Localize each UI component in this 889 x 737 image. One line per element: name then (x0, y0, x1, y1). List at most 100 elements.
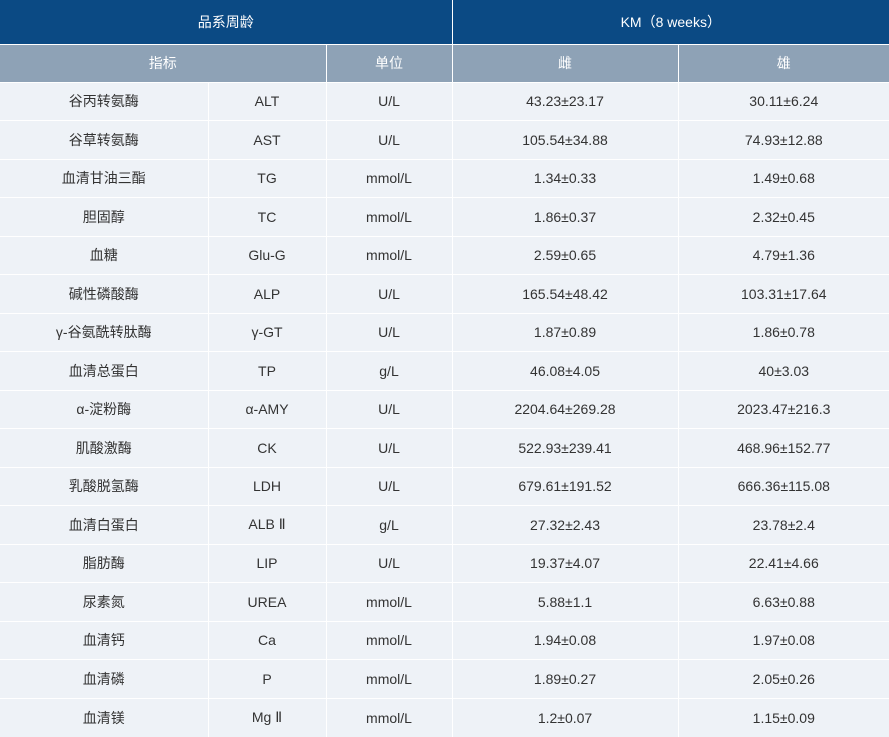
unit-cell: mmol/L (325, 197, 453, 237)
female-value-cell: 1.86±0.37 (451, 197, 679, 237)
female-value-cell: 1.34±0.33 (451, 158, 679, 198)
unit-cell: U/L (325, 81, 453, 121)
indicator-column-header: 指标 (0, 43, 327, 83)
female-value-cell: 679.61±191.52 (451, 466, 679, 506)
male-value-cell: 1.97±0.08 (677, 620, 889, 660)
table-row: 血清钙 Ca mmol/L 1.94±0.08 1.97±0.08 (0, 620, 889, 660)
male-value-cell: 30.11±6.24 (677, 81, 889, 121)
indicator-abbr-cell: UREA (207, 582, 327, 622)
indicator-name-cell: 肌酸激酶 (0, 428, 209, 468)
female-value-cell: 2.59±0.65 (451, 235, 679, 275)
indicator-abbr-cell: LIP (207, 543, 327, 583)
male-value-cell: 2.05±0.26 (677, 659, 889, 699)
table-row: γ-谷氨酰转肽酶 γ-GT U/L 1.87±0.89 1.86±0.78 (0, 312, 889, 352)
indicator-name-cell: 碱性磷酸酶 (0, 274, 209, 314)
indicator-abbr-cell: TG (207, 158, 327, 198)
unit-cell: U/L (325, 120, 453, 160)
indicator-abbr-cell: AST (207, 120, 327, 160)
unit-cell: U/L (325, 312, 453, 352)
indicator-abbr-cell: ALB Ⅱ (207, 505, 327, 545)
male-value-cell: 6.63±0.88 (677, 582, 889, 622)
female-value-cell: 1.2±0.07 (451, 697, 679, 737)
female-value-cell: 1.87±0.89 (451, 312, 679, 352)
indicator-name-cell: 血糖 (0, 235, 209, 275)
male-value-cell: 2.32±0.45 (677, 197, 889, 237)
table-row: 血清总蛋白 TP g/L 46.08±4.05 40±3.03 (0, 351, 889, 391)
indicator-abbr-cell: γ-GT (207, 312, 327, 352)
table-row: 尿素氮 UREA mmol/L 5.88±1.1 6.63±0.88 (0, 582, 889, 622)
table-row: α-淀粉酶 α-AMY U/L 2204.64±269.28 2023.47±2… (0, 389, 889, 429)
unit-cell: U/L (325, 428, 453, 468)
male-value-cell: 468.96±152.77 (677, 428, 889, 468)
indicator-name-cell: 谷丙转氨酶 (0, 81, 209, 121)
unit-cell: mmol/L (325, 582, 453, 622)
female-value-cell: 522.93±239.41 (451, 428, 679, 468)
table-row: 血清镁 Mg Ⅱ mmol/L 1.2±0.07 1.15±0.09 (0, 697, 889, 737)
female-value-cell: 1.94±0.08 (451, 620, 679, 660)
indicator-name-cell: 血清白蛋白 (0, 505, 209, 545)
male-value-cell: 1.15±0.09 (677, 697, 889, 737)
indicator-abbr-cell: Ca (207, 620, 327, 660)
indicator-abbr-cell: α-AMY (207, 389, 327, 429)
indicator-name-cell: 血清镁 (0, 697, 209, 737)
strain-header: KM（8 weeks） (451, 0, 889, 45)
female-value-cell: 165.54±48.42 (451, 274, 679, 314)
female-value-cell: 1.89±0.27 (451, 659, 679, 699)
table-subheader-row: 指标 单位 雌 雄 (0, 43, 889, 83)
unit-cell: mmol/L (325, 697, 453, 737)
unit-cell: U/L (325, 389, 453, 429)
male-value-cell: 1.86±0.78 (677, 312, 889, 352)
table-row: 脂肪酶 LIP U/L 19.37±4.07 22.41±4.66 (0, 543, 889, 583)
unit-cell: mmol/L (325, 235, 453, 275)
unit-cell: mmol/L (325, 158, 453, 198)
table-row: 谷草转氨酶 AST U/L 105.54±34.88 74.93±12.88 (0, 120, 889, 160)
unit-cell: mmol/L (325, 659, 453, 699)
table-row: 血清甘油三酯 TG mmol/L 1.34±0.33 1.49±0.68 (0, 158, 889, 198)
unit-column-header: 单位 (325, 43, 453, 83)
indicator-name-cell: 血清钙 (0, 620, 209, 660)
female-value-cell: 105.54±34.88 (451, 120, 679, 160)
indicator-name-cell: 乳酸脱氢酶 (0, 466, 209, 506)
unit-cell: U/L (325, 274, 453, 314)
table-row: 血糖 Glu-G mmol/L 2.59±0.65 4.79±1.36 (0, 235, 889, 275)
female-value-cell: 5.88±1.1 (451, 582, 679, 622)
male-value-cell: 666.36±115.08 (677, 466, 889, 506)
unit-cell: U/L (325, 543, 453, 583)
indicator-abbr-cell: ALT (207, 81, 327, 121)
indicator-name-cell: 血清甘油三酯 (0, 158, 209, 198)
indicator-abbr-cell: Glu-G (207, 235, 327, 275)
female-value-cell: 27.32±2.43 (451, 505, 679, 545)
male-value-cell: 1.49±0.68 (677, 158, 889, 198)
indicator-name-cell: γ-谷氨酰转肽酶 (0, 312, 209, 352)
table-row: 乳酸脱氢酶 LDH U/L 679.61±191.52 666.36±115.0… (0, 466, 889, 506)
table-row: 肌酸激酶 CK U/L 522.93±239.41 468.96±152.77 (0, 428, 889, 468)
male-value-cell: 40±3.03 (677, 351, 889, 391)
female-value-cell: 43.23±23.17 (451, 81, 679, 121)
table-row: 谷丙转氨酶 ALT U/L 43.23±23.17 30.11±6.24 (0, 81, 889, 121)
table-row: 胆固醇 TC mmol/L 1.86±0.37 2.32±0.45 (0, 197, 889, 237)
unit-cell: mmol/L (325, 620, 453, 660)
table-row: 血清磷 P mmol/L 1.89±0.27 2.05±0.26 (0, 659, 889, 699)
female-value-cell: 2204.64±269.28 (451, 389, 679, 429)
indicator-abbr-cell: Mg Ⅱ (207, 697, 327, 737)
unit-cell: g/L (325, 351, 453, 391)
indicator-abbr-cell: TC (207, 197, 327, 237)
strain-age-header: 品系周龄 (0, 0, 453, 45)
indicator-abbr-cell: TP (207, 351, 327, 391)
indicator-name-cell: 脂肪酶 (0, 543, 209, 583)
indicator-abbr-cell: LDH (207, 466, 327, 506)
indicator-name-cell: 谷草转氨酶 (0, 120, 209, 160)
male-value-cell: 22.41±4.66 (677, 543, 889, 583)
table-row: 血清白蛋白 ALB Ⅱ g/L 27.32±2.43 23.78±2.4 (0, 505, 889, 545)
indicator-abbr-cell: CK (207, 428, 327, 468)
indicator-abbr-cell: ALP (207, 274, 327, 314)
male-value-cell: 23.78±2.4 (677, 505, 889, 545)
indicator-name-cell: α-淀粉酶 (0, 389, 209, 429)
table-header-row: 品系周龄 KM（8 weeks） (0, 0, 889, 45)
indicator-abbr-cell: P (207, 659, 327, 699)
unit-cell: g/L (325, 505, 453, 545)
female-value-cell: 46.08±4.05 (451, 351, 679, 391)
male-value-cell: 2023.47±216.3 (677, 389, 889, 429)
female-column-header: 雌 (451, 43, 679, 83)
indicator-name-cell: 胆固醇 (0, 197, 209, 237)
